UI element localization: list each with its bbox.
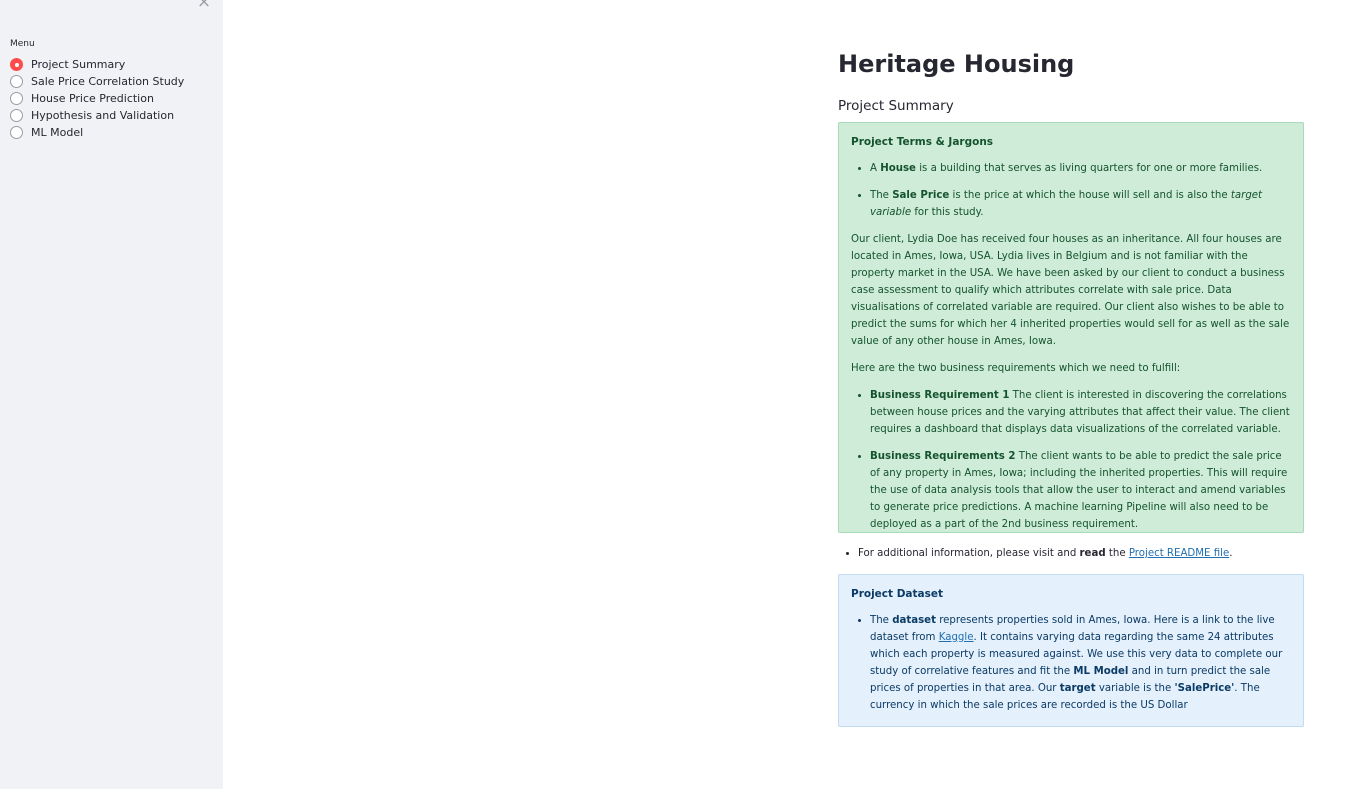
readme-text: For additional information, please visit… bbox=[858, 548, 1080, 559]
terms-list: A House is a building that serves as liv… bbox=[851, 160, 1291, 221]
section-subheader: Project Summary bbox=[838, 98, 954, 114]
project-dataset-box: Project Dataset The dataset represents p… bbox=[838, 574, 1304, 727]
readme-text: . bbox=[1229, 548, 1233, 559]
radio-unselected-icon[interactable] bbox=[10, 92, 23, 105]
menu-option-label: Project Summary bbox=[31, 58, 126, 71]
term-house: A House is a building that serves as liv… bbox=[870, 160, 1291, 177]
menu-option-label: House Price Prediction bbox=[31, 92, 154, 105]
term-text: A bbox=[870, 163, 881, 174]
project-readme-link[interactable]: Project README file bbox=[1129, 548, 1229, 559]
menu-option-label: ML Model bbox=[31, 126, 84, 139]
business-requirement-1: Business Requirement 1 The client is int… bbox=[870, 387, 1291, 438]
requirements-list: Business Requirement 1 The client is int… bbox=[851, 387, 1291, 533]
term-bold: House bbox=[880, 163, 916, 174]
menu-option-ml-model[interactable]: ML Model bbox=[10, 124, 184, 141]
dataset-bold: ML Model bbox=[1073, 666, 1129, 677]
readme-list: For additional information, please visit… bbox=[838, 546, 1324, 562]
business-requirement-2: Business Requirements 2 The client wants… bbox=[870, 448, 1291, 533]
readme-bold: read bbox=[1079, 548, 1106, 559]
term-bold: Sale Price bbox=[892, 190, 950, 201]
dataset-text: The bbox=[870, 615, 893, 626]
menu-label: Menu bbox=[10, 39, 35, 49]
kaggle-link[interactable]: Kaggle bbox=[939, 632, 974, 643]
dataset-description: The dataset represents properties sold i… bbox=[870, 612, 1291, 714]
term-text: for this study. bbox=[911, 207, 984, 218]
menu-option-sale-price-correlation-study[interactable]: Sale Price Correlation Study bbox=[10, 73, 184, 90]
dataset-list: The dataset represents properties sold i… bbox=[851, 612, 1291, 714]
readme-item: For additional information, please visit… bbox=[858, 546, 1324, 562]
project-terms-box: Project Terms & Jargons A House is a bui… bbox=[838, 122, 1304, 533]
close-sidebar-icon[interactable]: × bbox=[196, 0, 212, 11]
readme-text: the bbox=[1105, 548, 1129, 559]
term-text: is a building that serves as living quar… bbox=[915, 163, 1263, 174]
dataset-bold: target bbox=[1059, 683, 1096, 694]
terms-heading: Project Terms & Jargons bbox=[851, 136, 994, 148]
radio-unselected-icon[interactable] bbox=[10, 126, 23, 139]
radio-unselected-icon[interactable] bbox=[10, 109, 23, 122]
dataset-bold: 'SalePrice' bbox=[1174, 683, 1235, 694]
radio-unselected-icon[interactable] bbox=[10, 75, 23, 88]
requirements-intro: Here are the two business requirements w… bbox=[851, 363, 1181, 374]
requirement-bold: Business Requirement 1 bbox=[870, 390, 1010, 401]
dataset-heading: Project Dataset bbox=[851, 588, 944, 600]
client-paragraph: Our client, Lydia Doe has received four … bbox=[851, 234, 1290, 347]
menu-option-label: Sale Price Correlation Study bbox=[31, 75, 185, 88]
term-sale-price: The Sale Price is the price at which the… bbox=[870, 187, 1291, 221]
radio-selected-icon[interactable] bbox=[10, 58, 23, 71]
menu-option-project-summary[interactable]: Project Summary bbox=[10, 56, 184, 73]
term-text: is the price at which the house will sel… bbox=[949, 190, 1231, 201]
page-title: Heritage Housing bbox=[838, 50, 1075, 78]
dataset-text: variable is the bbox=[1095, 683, 1175, 694]
menu-option-house-price-prediction[interactable]: House Price Prediction bbox=[10, 90, 184, 107]
dataset-bold: dataset bbox=[892, 615, 936, 626]
menu-option-label: Hypothesis and Validation bbox=[31, 109, 175, 122]
requirement-bold: Business Requirements 2 bbox=[870, 451, 1016, 462]
menu-option-hypothesis-and-validation[interactable]: Hypothesis and Validation bbox=[10, 107, 184, 124]
term-text: The bbox=[870, 190, 893, 201]
sidebar: × Menu Project Summary Sale Price Correl… bbox=[0, 0, 223, 789]
requirement-text: The client wants to be able to predict t… bbox=[870, 451, 1288, 530]
menu-radio-group: Project Summary Sale Price Correlation S… bbox=[10, 56, 184, 141]
